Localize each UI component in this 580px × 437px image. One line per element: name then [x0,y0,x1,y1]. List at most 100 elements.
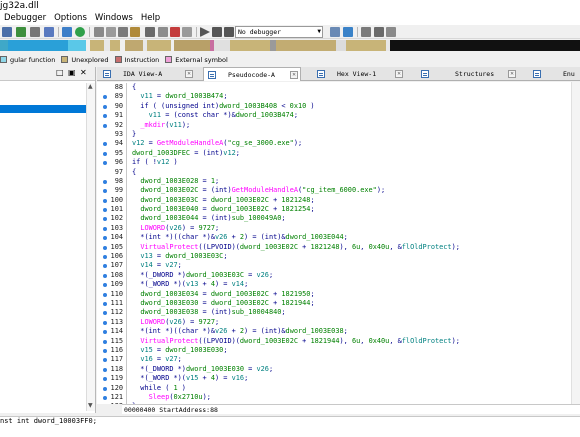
code-text[interactable]: while ( 1 ) [132,384,186,393]
close-icon[interactable]: ✕ [508,70,516,78]
code-line[interactable]: 88 { [97,83,580,93]
tab-pseudocode-a[interactable]: Pseudocode-A ✕ [203,67,301,81]
line-marker-icon[interactable] [103,198,107,203]
line-marker-icon[interactable] [103,292,107,297]
line-marker-icon[interactable] [103,283,107,288]
code-text[interactable]: v16 = v27; [132,355,182,364]
code-text[interactable]: *(_DWORD *)dword_1003E030 = v26; [132,365,273,374]
code-line[interactable]: 96 if ( !v12 ) [97,158,580,168]
line-marker-icon[interactable] [103,255,107,260]
code-line[interactable]: 116 v15 = dword_1003E030; [97,345,580,356]
back-icon[interactable] [2,27,12,37]
line-marker-icon[interactable] [103,151,107,156]
code-text[interactable]: Sleep(0x2710u); [132,393,211,402]
line-marker-icon[interactable] [103,273,107,278]
line-marker-icon[interactable] [103,358,107,363]
functions-scrollbar[interactable]: ▲ ▼ [86,83,95,411]
code-line[interactable]: 89 v11 = dword_1003B474; [97,92,580,102]
code-text[interactable]: _mkdir(v11); [132,121,190,130]
line-marker-icon[interactable] [103,114,107,119]
debugger-select[interactable]: No debugger ▼ [235,26,323,38]
graph-icon[interactable] [62,27,72,37]
line-marker-icon[interactable] [103,104,107,109]
code-text[interactable]: v12 = GetModuleHandleA("cg_se_3000.exe")… [132,139,302,148]
code-line[interactable]: 110 dword_1003E034 = dword_1003E02C + 18… [97,289,580,299]
code-text[interactable]: dword_1003E038 = (int)sub_10004840; [132,308,285,317]
output-window[interactable]: nst int dword_10003FF0; [0,416,580,437]
menu-windows[interactable]: Windows [91,12,137,25]
line-marker-icon[interactable] [103,367,107,372]
line-marker-icon[interactable] [103,377,107,382]
code-text[interactable]: if ( (unsigned int)dword_1003B408 < 0x10… [132,102,314,111]
code-line[interactable]: 105 VirtualProtect((LPVOID)(dword_1003E0… [97,242,580,253]
line-marker-icon[interactable] [103,123,107,128]
code-text[interactable]: v13 = dword_1003E03C; [132,252,227,261]
code-line[interactable]: 120 while ( 1 ) [97,383,580,393]
code-text[interactable]: v11 = (const char *)&dword_1003B474; [132,111,298,120]
line-marker-icon[interactable] [103,386,107,391]
line-marker-icon[interactable] [103,217,107,222]
code-line[interactable]: 118 *(_DWORD *)dword_1003E030 = v26; [97,364,580,375]
code-text[interactable]: v15 = dword_1003E030; [132,346,227,355]
struct-icon[interactable] [130,27,140,37]
code-text[interactable]: if ( !v12 ) [132,158,178,167]
tab-structures[interactable]: Structures ✕ [415,67,520,81]
code-text[interactable]: dword_1003E03C = dword_1003E02C + 182124… [132,196,314,205]
code-text[interactable]: dword_1003E034 = dword_1003E02C + 182195… [132,290,314,299]
attach-icon[interactable] [330,27,340,37]
undefine-icon[interactable] [170,27,180,37]
code-line[interactable]: 109 *(_WORD *)(v13 + 4) = v14; [97,280,580,290]
memory-icon[interactable] [386,27,396,37]
code-line[interactable]: 104 *(int *)((char *)&v26 + 2) = (int)&d… [97,233,580,243]
close-icon[interactable]: ✕ [395,70,403,78]
code-text[interactable]: v11 = dword_1003B474; [132,92,227,101]
close-icon[interactable]: ✕ [185,70,193,78]
forward-icon[interactable] [16,27,26,37]
name-icon[interactable] [182,27,192,37]
navigation-band[interactable] [0,40,580,51]
data-icon[interactable] [106,27,116,37]
menu-help[interactable]: Help [137,12,164,25]
code-text[interactable]: LOWORD(v26) = 9727; [132,318,219,327]
code-line[interactable]: 95 dword_1003DFEC = (int)v12; [97,148,580,159]
float-icon[interactable]: ▣ [68,68,76,77]
code-text[interactable]: } [132,130,136,139]
array-icon[interactable] [158,27,168,37]
code-line[interactable]: 112 dword_1003E038 = (int)sub_10004840; [97,308,580,318]
code-line[interactable]: 98 dword_1003E028 = 1; [97,176,580,187]
code-text[interactable]: *(int *)((char *)&v26 + 2) = (int)&dword… [132,327,348,336]
code-line[interactable]: 93} [97,129,580,140]
code-text[interactable]: dword_1003DFEC = (int)v12; [132,149,240,158]
code-line[interactable]: 97 { [97,167,580,177]
line-marker-icon[interactable] [103,226,107,231]
code-text[interactable]: { [132,168,136,177]
scroll-up-icon[interactable]: ▲ [88,83,93,90]
code-line[interactable]: 119 *(_WORD *)(v15 + 4) = v16; [97,374,580,384]
code-text[interactable]: *(_DWORD *)dword_1003E03C = v26; [132,271,273,280]
code-text[interactable]: dword_1003E040 = dword_1003E02C + 182125… [132,205,314,214]
code-line[interactable]: 115 VirtualProtect((LPVOID)(dword_1003E0… [97,336,580,346]
code-text[interactable]: VirtualProtect((LPVOID)(dword_1003E02C +… [132,337,460,346]
line-marker-icon[interactable] [103,330,107,335]
line-marker-icon[interactable] [103,339,107,344]
line-marker-icon[interactable] [103,189,107,194]
tab-ida-view-a[interactable]: IDA View-A ✕ [99,67,197,81]
search-icon[interactable] [44,27,54,37]
code-icon[interactable] [94,27,104,37]
code-line[interactable]: 113 LOWORD(v26) = 9727; [97,317,580,328]
restore-icon[interactable]: □ [56,68,64,77]
code-text[interactable]: *(int *)((char *)&v26 + 2) = (int)&dword… [132,233,348,242]
code-line[interactable]: 107 v14 = v27; [97,261,580,271]
code-line[interactable]: 121 Sleep(0x2710u); [97,392,580,403]
scroll-down-icon[interactable]: ▼ [88,402,93,409]
pause-icon[interactable] [212,27,222,37]
play-icon[interactable] [200,27,210,37]
line-marker-icon[interactable] [103,301,107,306]
code-line[interactable]: 99 dword_1003E02C = (int)GetModuleHandle… [97,186,580,196]
code-text[interactable]: { [132,83,136,92]
code-text[interactable]: *(_WORD *)(v13 + 4) = v14; [132,280,248,289]
pseudocode-view[interactable]: 88{89 v11 = dword_1003B474; 90 if ( (unsi… [97,82,580,404]
code-text[interactable]: *(_WORD *)(v15 + 4) = v16; [132,374,248,383]
code-text[interactable]: dword_1003E02C = (int)GetModuleHandleA("… [132,186,385,195]
line-marker-icon[interactable] [103,245,107,250]
